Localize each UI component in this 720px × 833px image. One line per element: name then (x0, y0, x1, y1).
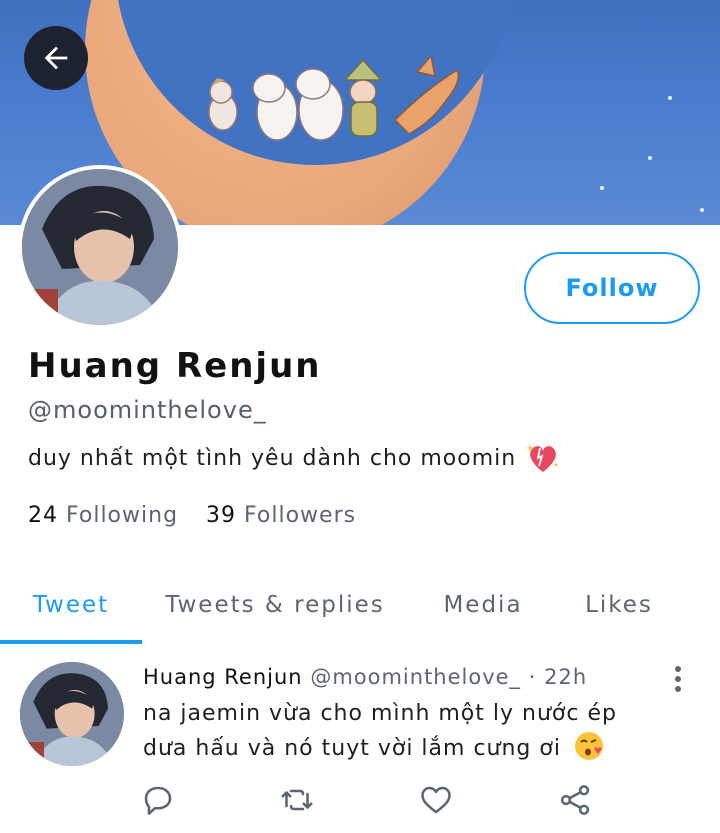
like-icon[interactable] (418, 782, 454, 818)
share-icon[interactable] (557, 782, 593, 818)
back-button[interactable] (24, 26, 88, 90)
active-tab-indicator (0, 640, 142, 644)
tweet-time[interactable]: 22h (544, 665, 587, 689)
following-label: Following (66, 503, 179, 528)
avatar-photo (22, 169, 178, 325)
tweet-author-name[interactable]: Huang Renjun (143, 665, 303, 689)
tab-tweets-replies[interactable]: Tweets & replies (150, 570, 400, 640)
following-count: 24 (28, 503, 58, 528)
followers-label: Followers (244, 503, 357, 528)
tab-media[interactable]: Media (420, 570, 546, 640)
profile-tabs: Tweet Tweets & replies Media Likes (0, 570, 720, 646)
tweet-body: na jaemin vừa cho mình một ly nước ép dư… (143, 697, 663, 765)
avatar-photo (20, 662, 124, 766)
bio-text: duy nhất một tình yêu dành cho moomin (28, 445, 517, 471)
following-stat[interactable]: 24 Following (28, 503, 178, 528)
tab-tweet[interactable]: Tweet (0, 570, 142, 640)
tweet-text: na jaemin vừa cho mình một ly nước ép dư… (143, 701, 617, 761)
face-blowing-kiss-icon (574, 732, 603, 760)
reply-icon[interactable] (140, 782, 176, 818)
profile-avatar[interactable] (18, 165, 182, 329)
profile-handle: @moominthelove_ (28, 396, 267, 424)
retweet-icon[interactable] (279, 782, 315, 818)
profile-stats: 24 Following 39 Followers (28, 503, 356, 528)
follow-button[interactable]: Follow (524, 252, 700, 324)
moomin-characters-illustration (208, 54, 460, 141)
followers-count: 39 (206, 503, 237, 528)
tweet-header: Huang Renjun @moominthelove_ · 22h (143, 665, 587, 689)
more-options-icon[interactable] (668, 664, 688, 694)
tab-likes[interactable]: Likes (560, 570, 678, 640)
tweet-separator: · (528, 665, 537, 689)
profile-bio: duy nhất một tình yêu dành cho moomin (28, 442, 560, 474)
display-name: Huang Renjun (28, 346, 322, 386)
sparkling-heart-icon (526, 444, 559, 472)
tweet-author-avatar[interactable] (20, 662, 124, 766)
followers-stat[interactable]: 39 Followers (206, 503, 356, 528)
arrow-left-icon (44, 46, 68, 70)
tweet-author-handle[interactable]: @moominthelove_ (310, 665, 521, 689)
